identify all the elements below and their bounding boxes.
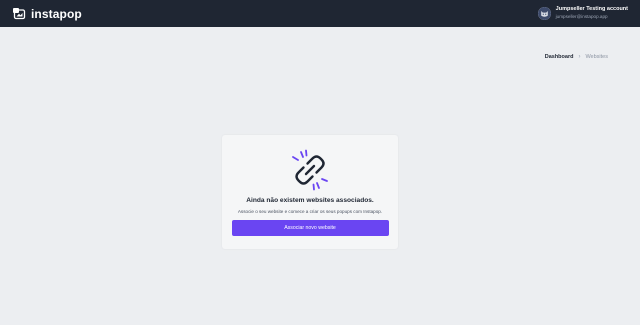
instapop-logo-icon [13, 7, 26, 19]
top-navbar: instapop Jumpseller Testing account jump… [0, 0, 640, 27]
account-info: Jumpseller Testing account jumpseller@in… [556, 7, 628, 19]
broken-link-icon [292, 149, 328, 191]
account-menu[interactable]: Jumpseller Testing account jumpseller@in… [537, 7, 628, 20]
account-email: jumpseller@instapop.app [555, 13, 608, 19]
brand-logo[interactable]: instapop [13, 7, 82, 21]
empty-state-card: Ainda não existem websites associados. A… [222, 135, 398, 249]
app-name: instapop [31, 6, 82, 21]
avatar[interactable] [537, 7, 551, 20]
associate-website-button[interactable]: Associar novo website [231, 220, 389, 236]
breadcrumb-websites: Websites [585, 54, 608, 60]
chevron-right-icon: › [578, 54, 581, 60]
empty-state-description: Associe o seu website e comece a criar o… [237, 209, 383, 214]
empty-state-title: Ainda não existem websites associados. [246, 197, 374, 204]
user-avatar-icon [537, 7, 551, 20]
breadcrumb: Dashboard › Websites [545, 54, 608, 60]
breadcrumb-dashboard-link[interactable]: Dashboard [545, 54, 574, 60]
account-name: Jumpseller Testing account [555, 6, 628, 13]
